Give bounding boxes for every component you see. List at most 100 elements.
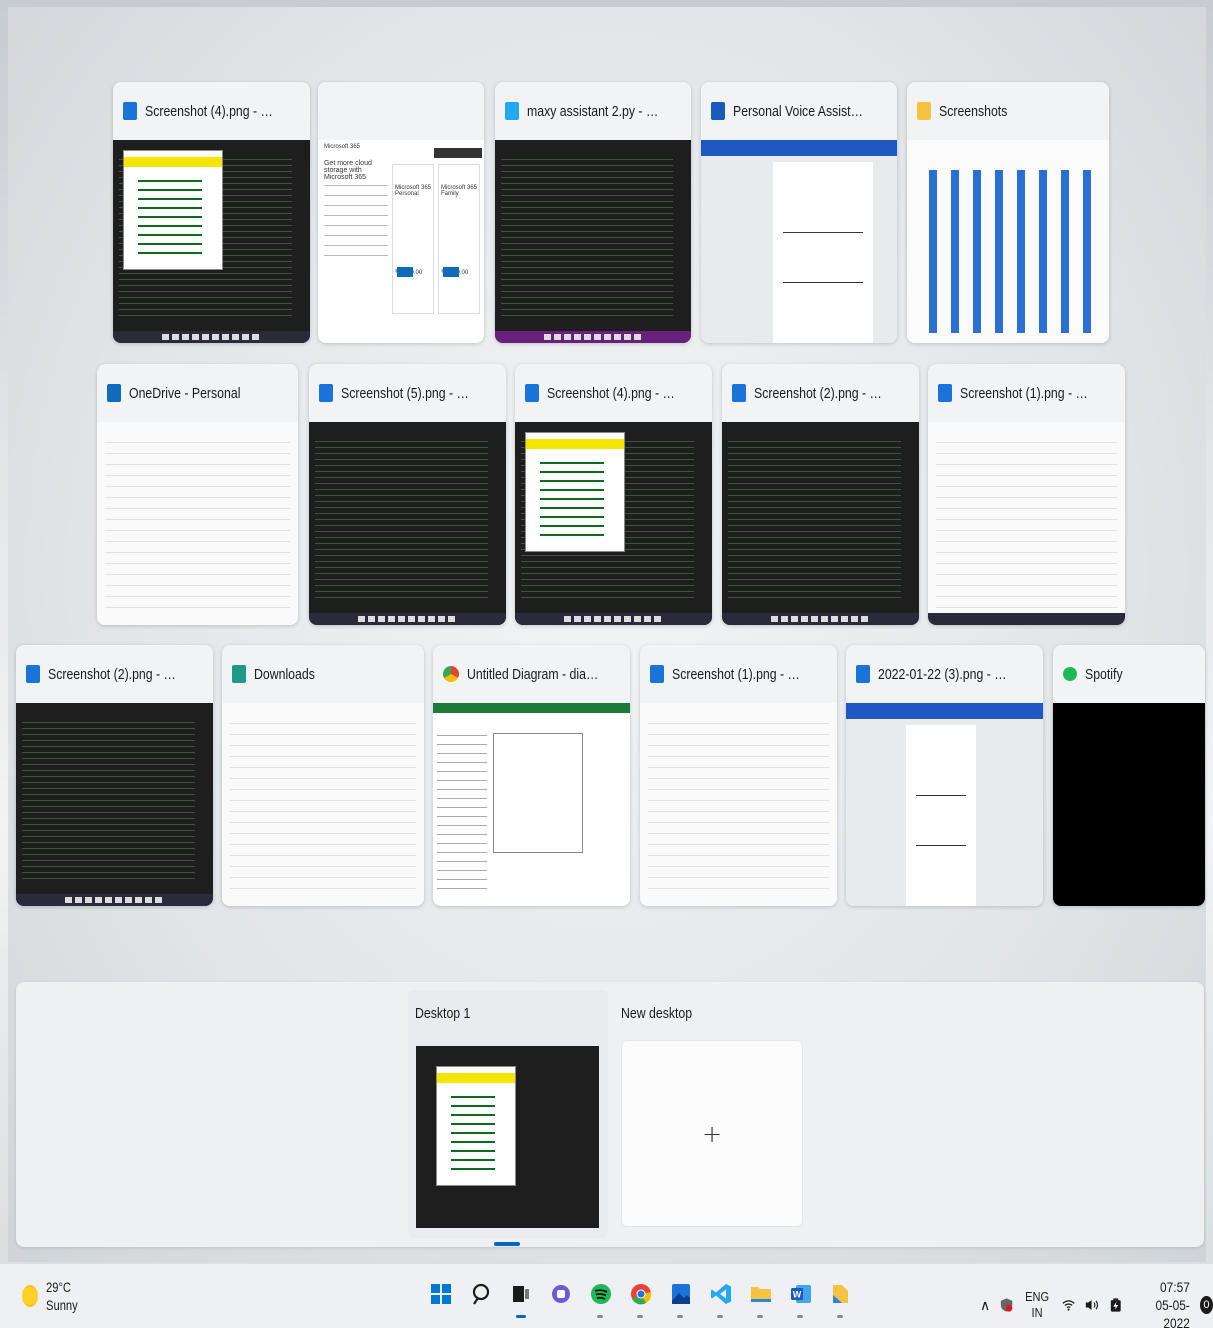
word-icon: W <box>791 1285 811 1303</box>
wifi-icon[interactable] <box>1061 1297 1075 1313</box>
photos-icon <box>525 384 539 402</box>
windows-logo-icon <box>431 1284 451 1304</box>
window-thumbnail <box>495 140 691 343</box>
system-tray: ∧ ENG IN 07:57 05-05-2022 0 <box>980 1278 1213 1328</box>
vscode-taskbar-button[interactable] <box>708 1276 734 1318</box>
file-explorer-taskbar-button[interactable] <box>748 1276 774 1318</box>
window-card-onedrive[interactable]: OneDrive - Personal <box>97 364 298 625</box>
window-title: 2022-01-22 (3).png - Photos <box>878 665 1013 683</box>
window-card-spotify[interactable]: Spotify <box>1053 645 1205 906</box>
photos-icon <box>123 102 137 120</box>
svg-text:W: W <box>793 1290 802 1300</box>
new-desktop-card[interactable]: New desktop + <box>614 990 810 1238</box>
window-thumbnail <box>907 140 1109 343</box>
files-app-taskbar-button[interactable] <box>828 1276 854 1318</box>
clock-time: 07:57 <box>1160 1279 1190 1295</box>
notification-center-badge[interactable]: 0 <box>1199 1296 1213 1314</box>
chrome-icon <box>631 1284 652 1305</box>
task-view-button[interactable] <box>508 1276 534 1318</box>
window-card-downloads[interactable]: Downloads <box>222 645 424 906</box>
security-warning-icon[interactable] <box>1000 1296 1013 1314</box>
window-card-screenshot-2-photos[interactable]: Screenshot (2).png - Photos <box>722 364 919 625</box>
virtual-desktops-bar: Desktop 1 New desktop + <box>16 982 1204 1247</box>
search-icon <box>472 1283 490 1305</box>
window-card-2022-01-22-photos[interactable]: 2022-01-22 (3).png - Photos <box>846 645 1043 906</box>
window-title: Screenshot (1).png - Photos <box>960 384 1096 402</box>
clock-date: 05-05-2022 <box>1155 1297 1190 1328</box>
window-thumbnail: Microsoft 365 Get more cloud storage wit… <box>318 140 484 343</box>
desktop-1-card[interactable]: Desktop 1 <box>408 990 608 1246</box>
window-title: Personal Voice Assistant proje... <box>733 102 868 120</box>
task-view-icon <box>513 1286 529 1302</box>
chrome-taskbar-button[interactable] <box>628 1276 654 1318</box>
window-card-screenshots-folder[interactable]: Screenshots <box>907 82 1109 343</box>
weather-widget[interactable]: 29°C Sunny <box>22 1278 86 1314</box>
weather-condition: Sunny <box>46 1297 78 1313</box>
battery-icon[interactable] <box>1110 1296 1122 1314</box>
window-title: Screenshot (4).png - Photos <box>547 384 683 402</box>
input-language-indicator[interactable]: ENG IN <box>1026 1289 1050 1321</box>
window-thumbnail <box>846 703 1043 906</box>
search-button[interactable] <box>468 1276 494 1312</box>
window-title: Spotify <box>1085 665 1123 683</box>
window-card-screenshot-1-photos[interactable]: Screenshot (1).png - Photos <box>928 364 1125 625</box>
ms365-plan-personal: Microsoft 365 Personal <box>395 185 432 197</box>
window-card-screenshot-1-photos-2[interactable]: Screenshot (1).png - Photos <box>640 645 837 906</box>
new-desktop-label: New desktop <box>621 1005 693 1022</box>
photos-taskbar-button[interactable] <box>668 1276 694 1318</box>
ms365-brand: Microsoft 365 <box>324 144 361 150</box>
window-card-screenshot-5-photos[interactable]: Screenshot (5).png - Photos <box>309 364 506 625</box>
taskbar-apps: W <box>428 1276 854 1318</box>
photos-icon <box>650 665 664 683</box>
window-card-microsoft-365[interactable]: Microsoft 365 Get more cloud storage wit… <box>318 82 484 343</box>
word-icon <box>711 102 725 120</box>
spotify-icon <box>591 1284 611 1304</box>
window-thumbnail <box>97 422 298 625</box>
window-card-vscode[interactable]: maxy assistant 2.py - Visual St... <box>495 82 691 343</box>
clock[interactable]: 07:57 05-05-2022 <box>1140 1278 1190 1328</box>
window-title: Screenshot (4).png - Photos <box>145 102 281 120</box>
window-thumbnail <box>222 703 424 906</box>
word-taskbar-button[interactable]: W <box>788 1276 814 1318</box>
photos-icon <box>856 665 870 683</box>
vscode-icon <box>711 1284 731 1304</box>
active-desktop-indicator <box>494 1242 520 1246</box>
window-card-screenshot-4-photos[interactable]: Screenshot (4).png - Photos <box>113 82 310 343</box>
window-thumbnail <box>722 422 919 625</box>
window-card-screenshot-4-photos-2[interactable]: Screenshot (4).png - Photos <box>515 364 712 625</box>
window-title: Screenshots <box>939 102 1008 120</box>
window-card-word[interactable]: Personal Voice Assistant proje... <box>701 82 897 343</box>
photos-icon <box>672 1284 690 1304</box>
window-title: Screenshot (2).png - Photos <box>48 665 184 683</box>
language-code: ENG <box>1025 1289 1050 1304</box>
spotify-taskbar-button[interactable] <box>588 1276 614 1318</box>
new-desktop-button[interactable]: + <box>621 1040 803 1227</box>
chat-icon <box>552 1285 570 1303</box>
window-title: OneDrive - Personal <box>129 384 241 402</box>
taskbar: 29°C Sunny W ∧ ENG IN 07:57 05-05-2022 0 <box>0 1264 1213 1328</box>
window-thumbnail <box>1053 703 1205 906</box>
desktop-1-thumbnail[interactable] <box>416 1046 599 1228</box>
window-title: Screenshot (2).png - Photos <box>754 384 890 402</box>
start-button[interactable] <box>428 1276 454 1312</box>
vscode-icon <box>505 102 519 120</box>
volume-icon[interactable] <box>1085 1297 1100 1313</box>
photos-icon <box>26 665 40 683</box>
sun-icon <box>22 1285 38 1307</box>
window-title: Screenshot (1).png - Photos <box>672 665 808 683</box>
window-thumbnail <box>16 703 213 906</box>
window-title: Untitled Diagram - diagrams.n... <box>467 665 601 683</box>
desktop-1-label: Desktop 1 <box>415 1005 471 1022</box>
show-hidden-icons-button[interactable]: ∧ <box>980 1297 990 1314</box>
teams-chat-button[interactable] <box>548 1276 574 1312</box>
downloads-folder-icon <box>232 665 246 683</box>
window-title: Screenshot (5).png - Photos <box>341 384 477 402</box>
window-card-diagrams-net[interactable]: Untitled Diagram - diagrams.n... <box>433 645 630 906</box>
ms365-plan-family: Microsoft 365 Family <box>441 185 478 197</box>
window-thumbnail <box>701 140 897 343</box>
spotify-icon <box>1063 667 1077 681</box>
folder-icon <box>917 102 931 120</box>
photos-icon <box>732 384 746 402</box>
window-card-screenshot-2-photos-2[interactable]: Screenshot (2).png - Photos <box>16 645 213 906</box>
photos-icon <box>319 384 333 402</box>
